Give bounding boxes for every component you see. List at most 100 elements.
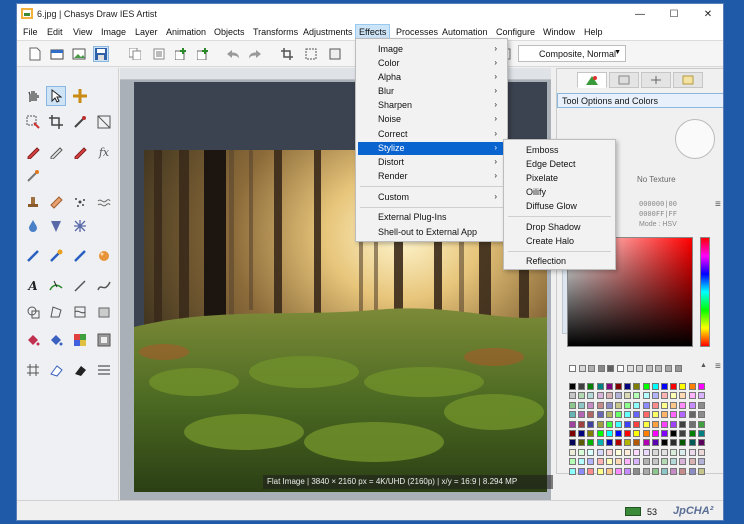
color-swatch[interactable] bbox=[605, 458, 613, 466]
submenu-item-reflection[interactable]: Reflection bbox=[506, 255, 613, 268]
color-swatch[interactable] bbox=[665, 365, 672, 372]
color-swatch[interactable] bbox=[679, 439, 687, 447]
color-swatch[interactable] bbox=[587, 458, 595, 466]
color-swatch[interactable] bbox=[679, 411, 687, 419]
minimize-button[interactable]: — bbox=[623, 4, 657, 24]
grid-tool-icon[interactable] bbox=[23, 360, 43, 380]
color-swatch[interactable] bbox=[651, 458, 659, 466]
menu-item-sharpen[interactable]: Sharpen › bbox=[358, 99, 505, 112]
color-swatch[interactable] bbox=[605, 411, 613, 419]
color-swatch[interactable] bbox=[615, 401, 622, 409]
copy-icon[interactable] bbox=[127, 46, 143, 62]
stamp-tool-icon[interactable] bbox=[23, 192, 43, 212]
clear-tool-icon[interactable] bbox=[70, 360, 90, 380]
submenu-item-pixelate[interactable]: Pixelate bbox=[506, 172, 613, 185]
color-swatch[interactable] bbox=[578, 430, 586, 437]
color-swatch[interactable] bbox=[661, 458, 668, 466]
sphere-tool-icon[interactable] bbox=[94, 246, 114, 266]
menu-item-image[interactable]: Image › bbox=[358, 43, 505, 56]
hue-bar[interactable] bbox=[700, 237, 710, 347]
color-swatch[interactable] bbox=[661, 383, 668, 390]
smudge-tool-icon[interactable] bbox=[94, 192, 114, 212]
polygon-tool-icon[interactable] bbox=[46, 302, 66, 322]
color-swatch[interactable] bbox=[633, 411, 641, 419]
color-swatch[interactable] bbox=[578, 420, 586, 428]
color-swatch[interactable] bbox=[596, 401, 604, 409]
tab-navigator[interactable] bbox=[641, 72, 671, 88]
color-swatch[interactable] bbox=[670, 448, 678, 456]
color-swatch[interactable] bbox=[688, 392, 696, 400]
color-swatch[interactable] bbox=[605, 448, 613, 456]
menu-item-shell-out[interactable]: Shell-out to External App bbox=[358, 226, 505, 239]
color-swatch[interactable] bbox=[651, 401, 659, 409]
tab-layers[interactable] bbox=[609, 72, 639, 88]
crop-tool-icon[interactable] bbox=[46, 112, 66, 132]
color-swatch[interactable] bbox=[688, 430, 696, 437]
color-swatch[interactable] bbox=[670, 392, 678, 400]
palette-menu-icon[interactable]: ≡ bbox=[715, 361, 721, 372]
menu-help[interactable]: Help bbox=[584, 27, 603, 37]
color-swatch[interactable] bbox=[578, 365, 586, 372]
color-swatch[interactable] bbox=[688, 383, 696, 390]
maximize-button[interactable]: ☐ bbox=[657, 4, 691, 24]
color-swatch[interactable] bbox=[624, 392, 632, 400]
warp-tool-icon[interactable] bbox=[70, 302, 90, 322]
color-swatch[interactable] bbox=[697, 401, 705, 409]
brush-tool-icon[interactable] bbox=[70, 142, 90, 162]
color-swatch[interactable] bbox=[670, 458, 678, 466]
eraser-tool-icon[interactable] bbox=[46, 360, 66, 380]
submenu-item-create-halo[interactable]: Create Halo bbox=[506, 235, 613, 248]
color-swatch[interactable] bbox=[605, 401, 613, 409]
color-swatch[interactable] bbox=[615, 430, 622, 437]
color-swatch[interactable] bbox=[569, 448, 576, 456]
color-swatch[interactable] bbox=[578, 439, 586, 447]
menu-item-noise[interactable]: Noise › bbox=[358, 113, 505, 126]
menu-item-correct[interactable]: Correct › bbox=[358, 128, 505, 141]
color-swatch[interactable] bbox=[615, 411, 622, 419]
tab-tool-options[interactable] bbox=[577, 72, 607, 88]
effects-brush-tool-icon[interactable]: fx bbox=[94, 142, 114, 162]
submenu-item-edge-detect[interactable]: Edge Detect bbox=[506, 158, 613, 171]
pen-tool-icon[interactable] bbox=[46, 142, 66, 162]
menu-item-color[interactable]: Color › bbox=[358, 57, 505, 70]
color-swatch[interactable] bbox=[596, 411, 604, 419]
color-swatch[interactable] bbox=[624, 430, 632, 437]
color-swatch[interactable] bbox=[688, 467, 696, 475]
color-picker-tool-icon[interactable] bbox=[70, 112, 90, 132]
color-swatch[interactable] bbox=[578, 458, 586, 466]
text-path-tool-icon[interactable] bbox=[46, 276, 66, 296]
color-swatch[interactable] bbox=[578, 383, 586, 390]
paint-brush-tool-icon[interactable] bbox=[46, 246, 66, 266]
color-swatch[interactable] bbox=[578, 392, 586, 400]
color-swatch[interactable] bbox=[588, 365, 596, 372]
color-swatch[interactable] bbox=[615, 420, 622, 428]
color-swatch[interactable] bbox=[633, 401, 641, 409]
paste-new-icon[interactable] bbox=[151, 46, 167, 62]
color-swatch[interactable] bbox=[661, 411, 668, 419]
hand-tool-icon[interactable] bbox=[23, 86, 43, 106]
color-swatch[interactable] bbox=[670, 411, 678, 419]
blend-mode-select[interactable]: Composite, Normal ▼ bbox=[518, 45, 626, 62]
color-swatch[interactable] bbox=[605, 467, 613, 475]
color-swatch[interactable] bbox=[587, 439, 595, 447]
color-swatch[interactable] bbox=[596, 392, 604, 400]
color-swatch[interactable] bbox=[633, 383, 641, 390]
color-swatch[interactable] bbox=[688, 458, 696, 466]
menu-item-external-plug-ins[interactable]: External Plug-Ins bbox=[358, 211, 505, 224]
pencil-tool-icon[interactable] bbox=[23, 142, 43, 162]
menu-item-distort[interactable]: Distort › bbox=[358, 156, 505, 169]
color-swatch[interactable] bbox=[587, 383, 595, 390]
line-tool-icon[interactable] bbox=[70, 276, 90, 296]
menu-item-stylize[interactable]: Stylize › bbox=[358, 142, 505, 155]
color-swatch[interactable] bbox=[596, 383, 604, 390]
color-swatch[interactable] bbox=[651, 420, 659, 428]
color-swatch[interactable] bbox=[651, 392, 659, 400]
color-swatch[interactable] bbox=[670, 420, 678, 428]
color-swatch[interactable] bbox=[670, 430, 678, 437]
color-swatch[interactable] bbox=[597, 365, 605, 372]
move-tool-icon[interactable] bbox=[70, 86, 90, 106]
airbrush-tool-icon[interactable] bbox=[70, 192, 90, 212]
color-swatch[interactable] bbox=[697, 467, 705, 475]
color-swatch[interactable] bbox=[688, 401, 696, 409]
curve-tool-icon[interactable] bbox=[94, 276, 114, 296]
